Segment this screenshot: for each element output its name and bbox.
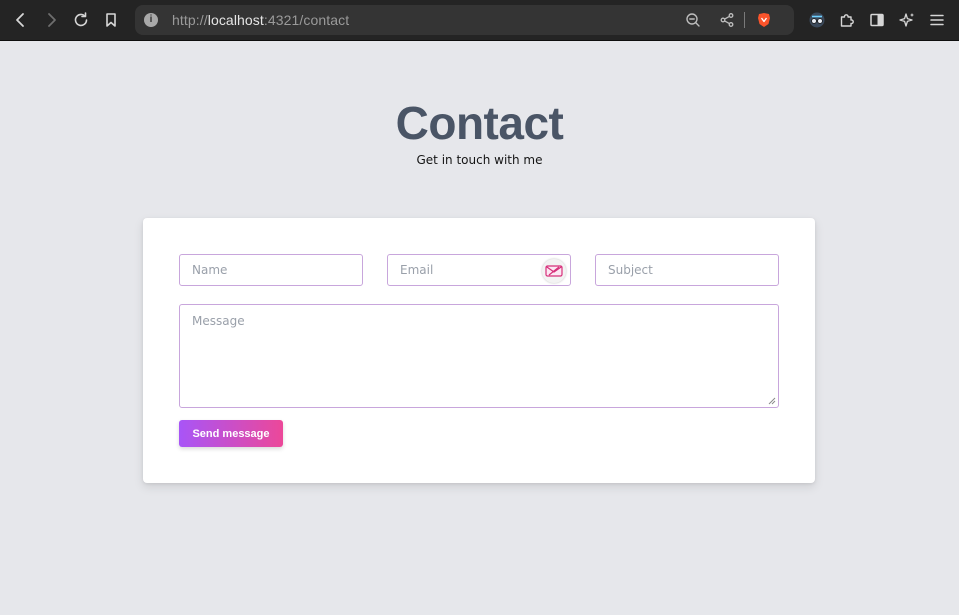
site-info-icon[interactable]: i — [144, 13, 158, 27]
forward-icon[interactable] — [39, 8, 63, 32]
email-extension-icon[interactable] — [542, 259, 566, 283]
name-input[interactable]: Name — [179, 254, 363, 286]
extension-avatar-icon[interactable] — [805, 8, 829, 32]
url-scheme: http:// — [172, 12, 208, 28]
page-title: Contact — [395, 97, 564, 149]
url-host: localhost — [207, 12, 264, 28]
leo-ai-icon[interactable] — [895, 8, 919, 32]
brave-shield-icon[interactable] — [755, 11, 773, 29]
message-placeholder: Message — [192, 314, 245, 328]
url-text[interactable]: http://localhost:4321/contact — [172, 12, 349, 28]
send-message-button[interactable]: Send message — [179, 420, 283, 447]
url-path: :4321/contact — [263, 12, 350, 28]
page-subtitle: Get in touch with me — [416, 153, 543, 167]
address-bar[interactable]: i http://localhost:4321/contact — [135, 5, 794, 35]
back-icon[interactable] — [9, 8, 33, 32]
reload-icon[interactable] — [69, 8, 93, 32]
subject-input[interactable]: Subject — [595, 254, 779, 286]
resize-grip-icon[interactable] — [768, 397, 776, 405]
message-textarea[interactable]: Message — [179, 304, 779, 408]
email-placeholder: Email — [400, 263, 434, 277]
bookmark-icon[interactable] — [99, 8, 123, 32]
subject-placeholder: Subject — [608, 263, 653, 277]
email-input[interactable]: Email — [387, 254, 571, 286]
zoom-icon[interactable] — [684, 11, 702, 29]
puzzle-icon[interactable] — [835, 8, 859, 32]
sidebar-icon[interactable] — [865, 8, 889, 32]
menu-icon[interactable] — [925, 8, 949, 32]
share-icon[interactable] — [718, 11, 736, 29]
url-separator — [744, 12, 745, 28]
contact-form-card: Name Email Subject Message Send message — [143, 218, 815, 483]
name-placeholder: Name — [192, 263, 228, 277]
browser-toolbar: i http://localhost:4321/contact — [0, 0, 959, 41]
